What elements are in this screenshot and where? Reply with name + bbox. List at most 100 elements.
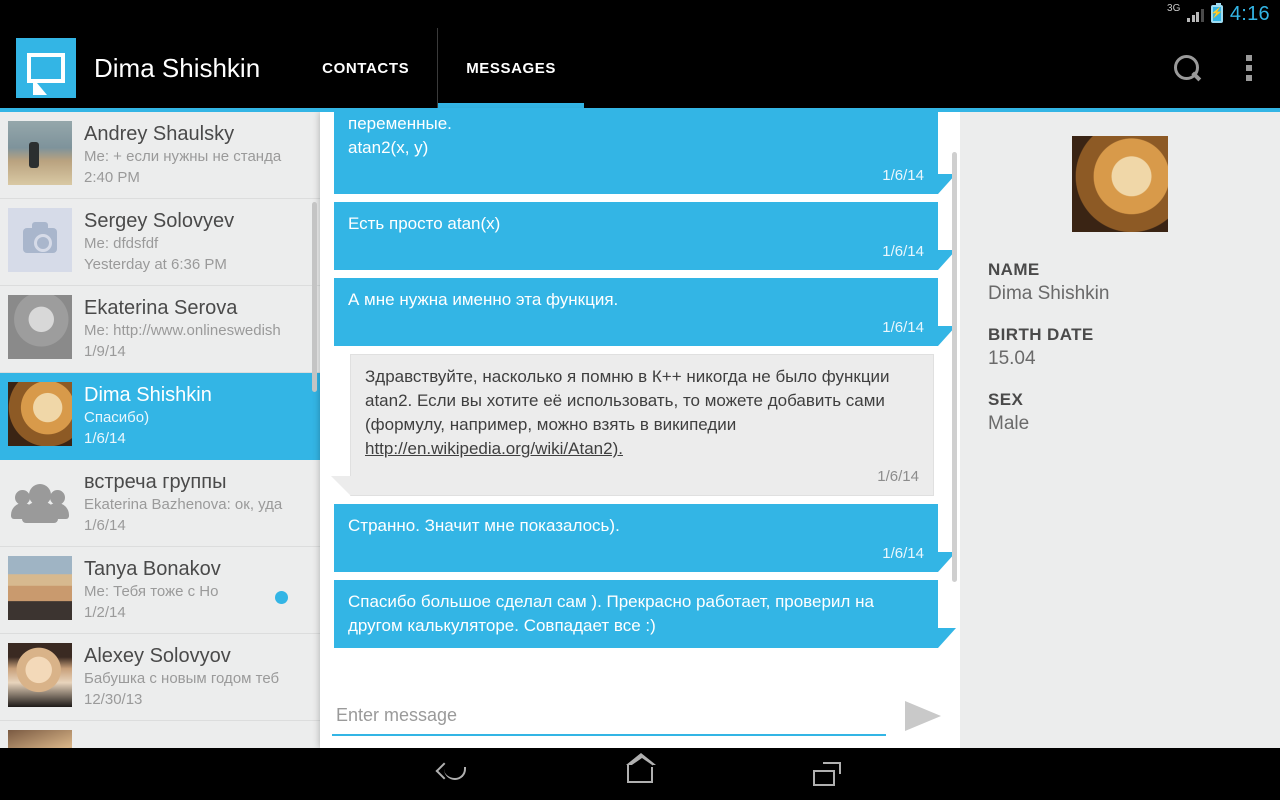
list-item-snippet: Бабушка с новым годом теб xyxy=(84,670,280,687)
list-item[interactable]: Andrey Shaulsky Me: + если нужны не стан… xyxy=(0,112,320,199)
message-text: Странно. Значит мне показалось). xyxy=(348,516,620,535)
speech-bubble-logo xyxy=(16,38,76,98)
clock-label: 4:16 xyxy=(1229,2,1270,25)
message-time: 1/6/14 xyxy=(882,243,924,260)
message-input[interactable] xyxy=(332,696,886,736)
list-item-time: 1/9/14 xyxy=(84,343,126,360)
list-item-name: Alexey Solovyov xyxy=(84,645,231,667)
message-time: 1/6/14 xyxy=(877,468,919,485)
field-label-sex: SEX xyxy=(988,390,1024,409)
main-content: Andrey Shaulsky Me: + если нужны не стан… xyxy=(0,108,1280,748)
message-time: 1/6/14 xyxy=(882,545,924,562)
chat-thread: переменные. atan2(x, y) 1/6/14 Есть прос… xyxy=(320,112,960,748)
message-composer xyxy=(320,684,960,748)
recent-apps-button[interactable] xyxy=(792,748,862,800)
message-text: переменные. atan2(x, y) xyxy=(348,114,452,157)
message-time: 1/6/14 xyxy=(882,167,924,184)
message-bubble-outgoing[interactable]: А мне нужна именно эта функция. 1/6/14 xyxy=(328,278,956,346)
search-icon xyxy=(1174,55,1200,81)
tab-messages-label: MESSAGES xyxy=(466,59,557,77)
tab-contacts[interactable]: CONTACTS xyxy=(294,28,437,108)
message-bubble-outgoing[interactable]: Есть просто atan(x) 1/6/14 xyxy=(328,202,956,270)
field-value-name: Dima Shishkin xyxy=(988,283,1110,304)
list-item-snippet: Me: + если нужны не станда xyxy=(84,148,282,165)
conversation-list[interactable]: Andrey Shaulsky Me: + если нужны не стан… xyxy=(0,112,320,748)
message-list[interactable]: переменные. atan2(x, y) 1/6/14 Есть прос… xyxy=(320,112,960,684)
send-button[interactable] xyxy=(900,696,946,736)
contact-info-panel: NAME Dima Shishkin BIRTH DATE 15.04 SEX … xyxy=(960,112,1280,748)
overflow-menu-icon xyxy=(1246,55,1252,81)
message-bubble-incoming[interactable]: Здравствуйте, насколько я помню в К++ ни… xyxy=(328,354,938,496)
recent-apps-icon xyxy=(812,762,841,786)
avatar xyxy=(8,730,72,748)
list-item-time: 1/2/14 xyxy=(84,604,126,621)
avatar xyxy=(8,121,72,185)
field-value-birth-date: 15.04 xyxy=(988,348,1036,369)
list-item-name: Dima Shishkin xyxy=(84,384,212,406)
avatar xyxy=(8,643,72,707)
action-bar: Dima Shishkin CONTACTS MESSAGES xyxy=(0,28,1280,108)
system-navigation-bar xyxy=(0,748,1280,800)
list-item-time: 12/30/13 xyxy=(84,691,143,708)
message-link[interactable]: http://en.wikipedia.org/wiki/Atan2). xyxy=(365,439,623,458)
avatar xyxy=(8,295,72,359)
message-time: 1/6/14 xyxy=(882,319,924,336)
list-item[interactable]: Ekaterina Serova Me: http://www.onlinesw… xyxy=(0,286,320,373)
status-bar: 3G ⚡ 4:16 xyxy=(0,0,1280,28)
search-button[interactable] xyxy=(1156,28,1218,108)
contact-avatar xyxy=(1072,136,1168,232)
message-bubble-outgoing[interactable]: Странно. Значит мне показалось). 1/6/14 xyxy=(328,504,956,572)
accent-divider xyxy=(0,108,1280,112)
list-item[interactable]: встреча группы Ekaterina Bazhenova: ок, … xyxy=(0,460,320,547)
signal-bars-icon xyxy=(1187,7,1204,22)
back-button[interactable] xyxy=(418,748,488,800)
contact-fields: NAME Dima Shishkin BIRTH DATE 15.04 SEX … xyxy=(960,232,1280,435)
list-item-time: 1/6/14 xyxy=(84,517,126,534)
list-item-name: Sergey Solovyev xyxy=(84,210,235,232)
message-text: Здравствуйте, насколько я помню в К++ ни… xyxy=(365,367,890,434)
chat-scrollbar[interactable] xyxy=(952,152,957,582)
list-item[interactable] xyxy=(0,721,320,748)
home-button[interactable] xyxy=(605,748,675,800)
app-title: Dima Shishkin xyxy=(94,52,261,83)
tab-contacts-label: CONTACTS xyxy=(322,59,410,77)
conversation-list-scrollbar[interactable] xyxy=(312,202,317,392)
avatar xyxy=(8,382,72,446)
list-item-snippet: Ekaterina Bazhenova: ок, уда xyxy=(84,496,283,513)
tab-bar: CONTACTS MESSAGES xyxy=(294,28,584,108)
list-item-name: Ekaterina Serova xyxy=(84,297,238,319)
list-item[interactable]: Tanya Bonakov Me: Тебя тоже с Но 1/2/14 xyxy=(0,547,320,634)
message-bubble-outgoing[interactable]: переменные. atan2(x, y) 1/6/14 xyxy=(328,112,956,194)
list-item[interactable]: Sergey Solovyev Me: dfdsfdf Yesterday at… xyxy=(0,199,320,286)
field-label-birth-date: BIRTH DATE xyxy=(988,325,1094,344)
list-item-time: 2:40 PM xyxy=(84,169,140,186)
list-item[interactable]: Alexey Solovyov Бабушка с новым годом те… xyxy=(0,634,320,721)
message-text: А мне нужна именно эта функция. xyxy=(348,290,619,309)
camera-placeholder-icon xyxy=(8,208,72,272)
send-arrow-icon xyxy=(905,701,941,731)
list-item-name: Tanya Bonakov xyxy=(84,558,221,580)
list-item-time: 1/6/14 xyxy=(84,430,126,447)
tab-messages[interactable]: MESSAGES xyxy=(437,28,584,108)
field-value-sex: Male xyxy=(988,413,1030,434)
device-screen: 3G ⚡ 4:16 Dima Shishkin CONTACTS MESSAGE… xyxy=(0,0,1280,800)
message-text: Есть просто atan(x) xyxy=(348,214,501,233)
message-bubble-outgoing[interactable]: Спасибо большое сделал сам ). Прекрасно … xyxy=(328,580,956,648)
home-icon xyxy=(626,753,657,783)
list-item-snippet: Спасибо) xyxy=(84,409,150,426)
battery-charging-icon: ⚡ xyxy=(1211,3,1223,23)
list-item-name: встреча группы xyxy=(84,471,227,493)
field-label-name: NAME xyxy=(988,260,1040,279)
message-text: Спасибо большое сделал сам ). Прекрасно … xyxy=(348,592,874,635)
list-item-selected[interactable]: Dima Shishkin Спасибо) 1/6/14 xyxy=(0,373,320,460)
list-item-snippet: Me: http://www.onlineswedish xyxy=(84,322,281,339)
back-icon xyxy=(438,763,468,785)
avatar xyxy=(8,556,72,620)
network-type-label: 3G xyxy=(1167,3,1181,14)
list-item-snippet: Me: dfdsfdf xyxy=(84,235,159,252)
unread-indicator-dot xyxy=(275,591,288,604)
overflow-menu-button[interactable] xyxy=(1218,28,1280,108)
group-people-icon xyxy=(8,469,72,533)
list-item-name: Andrey Shaulsky xyxy=(84,123,235,145)
list-item-time: Yesterday at 6:36 PM xyxy=(84,256,227,273)
